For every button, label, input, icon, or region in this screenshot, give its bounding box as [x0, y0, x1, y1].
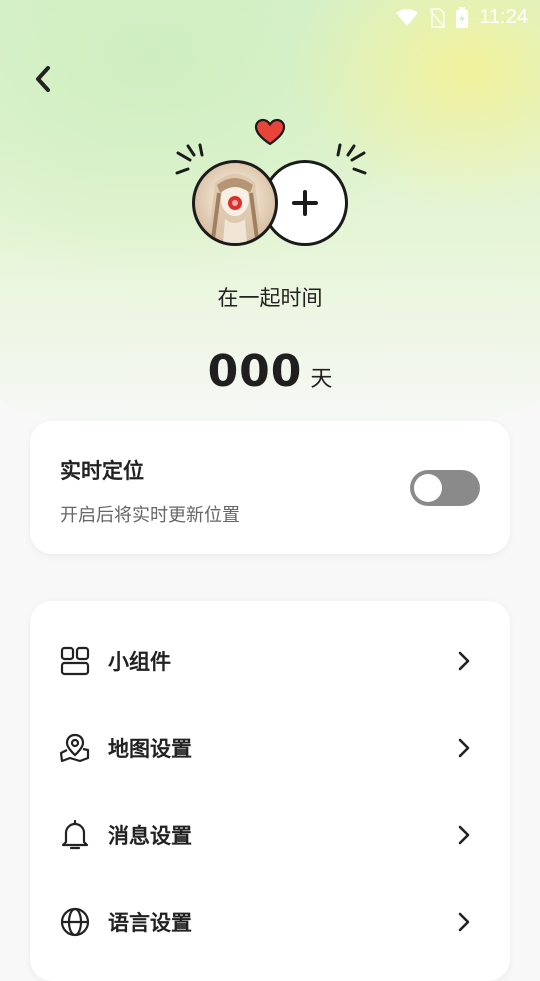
chevron-right-icon — [458, 912, 470, 932]
no-sim-icon — [429, 7, 446, 28]
chevron-left-icon — [36, 66, 50, 92]
chevron-right-icon — [458, 825, 470, 845]
menu-item-message-settings[interactable]: 消息设置 — [30, 792, 510, 878]
menu-item-language-settings[interactable]: 语言设置 — [30, 879, 510, 965]
together-time-label: 在一起时间 — [217, 286, 323, 310]
widgets-icon — [58, 644, 92, 678]
heart-icon — [254, 118, 286, 146]
menu-label-language-settings: 语言设置 — [108, 911, 192, 935]
chevron-right-icon — [458, 738, 470, 758]
location-toggle[interactable] — [410, 470, 480, 506]
plus-icon — [292, 190, 318, 216]
battery-icon — [456, 6, 469, 28]
toggle-knob — [414, 474, 442, 502]
menu-item-widgets[interactable]: 小组件 — [30, 618, 510, 704]
location-subtitle: 开启后将实时更新位置 — [60, 505, 240, 526]
status-icons: 11:24 — [395, 6, 528, 29]
globe-icon — [58, 905, 92, 939]
settings-menu-card: 小组件 地图设置 消息设置 语言设置 — [30, 601, 510, 981]
menu-item-map-settings[interactable]: 地图设置 — [30, 705, 510, 791]
days-unit: 天 — [310, 367, 333, 392]
avatar-illustration — [209, 174, 261, 243]
location-card: 实时定位 开启后将实时更新位置 — [30, 421, 510, 554]
chevron-right-icon — [458, 651, 470, 671]
days-counter: 000 天 — [0, 346, 540, 397]
menu-label-message-settings: 消息设置 — [108, 824, 192, 848]
user-avatar[interactable] — [192, 160, 278, 246]
map-pin-icon — [58, 731, 92, 765]
menu-label-widgets: 小组件 — [108, 650, 171, 674]
status-bar: 11:24 — [0, 0, 540, 36]
menu-label-map-settings: 地图设置 — [108, 737, 192, 761]
days-count: 000 — [207, 346, 303, 397]
bell-icon — [58, 818, 92, 852]
back-button[interactable] — [26, 60, 60, 98]
status-time: 11:24 — [479, 6, 528, 28]
wifi-icon — [396, 8, 419, 26]
location-title: 实时定位 — [60, 459, 144, 483]
